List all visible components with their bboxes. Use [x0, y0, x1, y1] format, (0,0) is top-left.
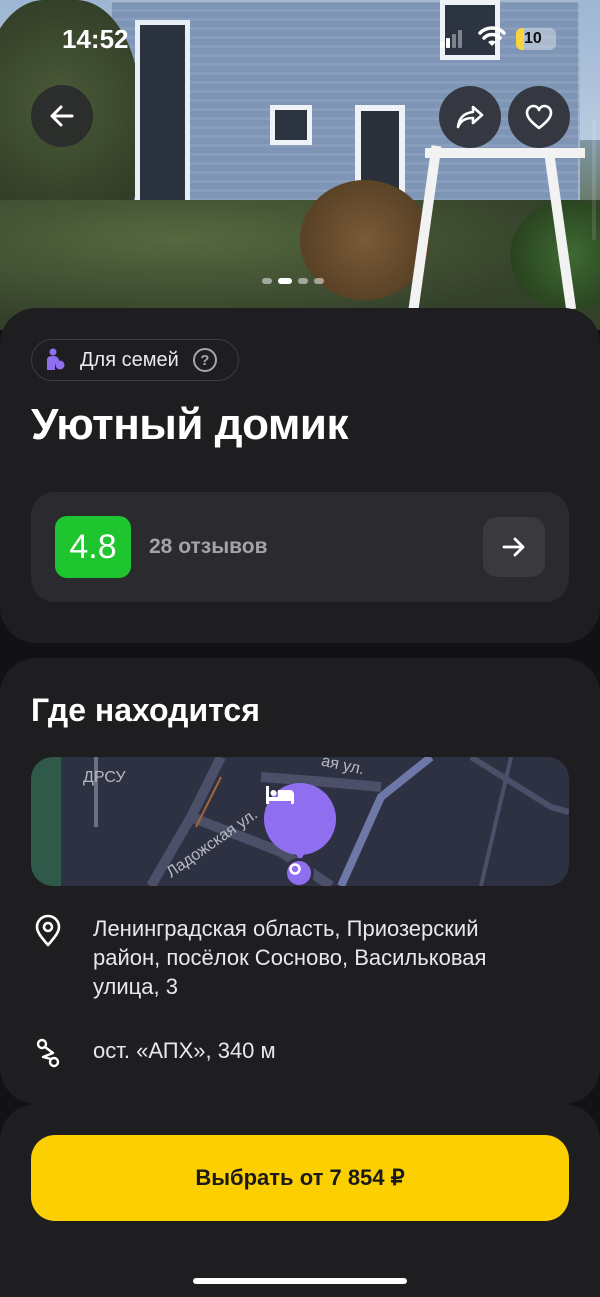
- back-button[interactable]: [31, 85, 93, 147]
- bus-stop-icon: [289, 863, 301, 875]
- badge-label: Для семей: [80, 348, 179, 371]
- rating-summary[interactable]: 4.8 28 отзывов: [31, 492, 569, 602]
- route-icon: [36, 1038, 60, 1068]
- photo-pagination: [262, 278, 324, 284]
- open-reviews-button[interactable]: [483, 517, 545, 577]
- hotel-pin[interactable]: [264, 783, 336, 855]
- family-icon: [47, 348, 65, 370]
- scrollbar[interactable]: [592, 120, 596, 240]
- transit-text: ост. «АПХ», 340 м: [93, 1038, 276, 1063]
- bottom-bar: Выбрать от 7 854 ₽: [0, 1104, 600, 1297]
- arrow-left-icon: [50, 105, 74, 127]
- location-card: Где находится ДРСУ Ладожская ул. ая ул.: [0, 658, 600, 1104]
- favorite-button[interactable]: [508, 86, 570, 148]
- signal-icon: [440, 30, 462, 48]
- status-bar: 14:52 10: [0, 0, 600, 80]
- battery-level: 10: [524, 30, 542, 47]
- home-indicator[interactable]: [193, 1278, 407, 1284]
- rating-score: 4.8: [55, 516, 131, 578]
- address-row[interactable]: Ленинградская область, Приозерский район…: [31, 914, 543, 1001]
- pagination-dot-active: [278, 278, 292, 284]
- heart-icon: [525, 104, 553, 130]
- location-pin-icon: [35, 914, 61, 947]
- share-icon: [456, 105, 484, 129]
- bed-icon: [266, 786, 294, 804]
- status-time: 14:52: [62, 24, 129, 54]
- transit-row: ост. «АПХ», 340 м: [31, 1036, 543, 1070]
- address-text: Ленинградская область, Приозерский район…: [93, 916, 487, 999]
- select-room-button[interactable]: Выбрать от 7 854 ₽: [31, 1135, 569, 1221]
- listing-header-card: Для семей ? Уютный домик 4.8 28 отзывов: [0, 308, 600, 643]
- wifi-icon: [478, 26, 506, 46]
- pagination-dot: [298, 278, 308, 284]
- battery-icon: 10: [516, 28, 556, 50]
- map-label-drsu: ДРСУ: [83, 769, 126, 786]
- pagination-dot: [314, 278, 324, 284]
- arrow-right-icon: [502, 537, 525, 557]
- reviews-count: 28 отзывов: [149, 535, 268, 558]
- help-icon[interactable]: ?: [192, 348, 217, 372]
- location-section-title: Где находится: [31, 692, 260, 728]
- share-button[interactable]: [439, 86, 501, 148]
- listing-title: Уютный домик: [31, 400, 349, 449]
- family-badge[interactable]: Для семей ?: [31, 339, 239, 381]
- location-map[interactable]: ДРСУ Ладожская ул. ая ул.: [31, 757, 569, 886]
- pagination-dot: [262, 278, 272, 284]
- transit-stop-pin: [284, 858, 314, 886]
